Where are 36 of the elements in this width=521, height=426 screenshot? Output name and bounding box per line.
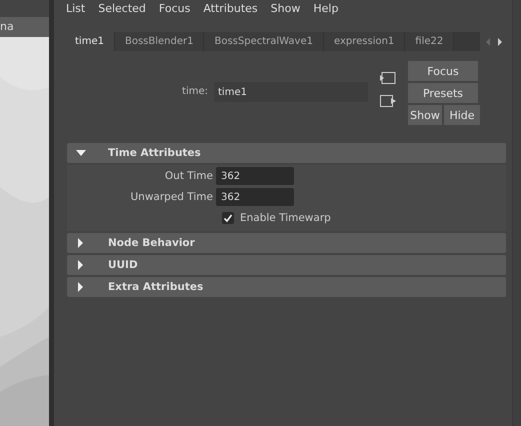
focus-button[interactable]: Focus: [408, 61, 478, 81]
field-label: Unwarped Time: [129, 191, 213, 203]
output-connection-icon[interactable]: [379, 94, 397, 108]
node-name-field[interactable]: time1: [214, 82, 368, 102]
input-field[interactable]: 362: [216, 188, 294, 206]
tab[interactable]: file22: [405, 32, 454, 51]
section-title: Extra Attributes: [108, 281, 204, 293]
hide-button[interactable]: Hide: [444, 105, 480, 125]
presets-button[interactable]: Presets: [408, 83, 478, 103]
menu-item[interactable]: Selected: [98, 2, 146, 14]
menu-item[interactable]: Focus: [158, 2, 190, 14]
show-button[interactable]: Show: [408, 105, 442, 125]
checkbox-label: Enable Timewarp: [240, 212, 331, 224]
input-connection-icon[interactable]: [379, 71, 397, 85]
tab[interactable]: expression1: [324, 32, 406, 51]
field-label: time:: [181, 86, 208, 97]
checkbox[interactable]: [222, 212, 234, 224]
section-header[interactable]: Extra Attributes: [67, 277, 506, 297]
panel-header: na: [0, 17, 49, 37]
section-title: Time Attributes: [108, 147, 201, 159]
section-title: UUID: [108, 259, 138, 271]
tab[interactable]: BossBlender1: [114, 32, 204, 51]
section-header[interactable]: UUID: [67, 255, 506, 275]
menu-item[interactable]: Attributes: [203, 2, 258, 14]
tab[interactable]: time1: [65, 32, 115, 51]
input-field[interactable]: 362: [216, 167, 294, 185]
menu-item[interactable]: List: [66, 2, 86, 14]
field-label: Out Time: [164, 170, 213, 182]
menu-item[interactable]: Help: [313, 2, 338, 14]
expanded-triangle-icon[interactable]: [75, 148, 87, 158]
menu-item[interactable]: Show: [270, 2, 300, 14]
tab-scroll-arrows-icon[interactable]: [484, 36, 504, 46]
section-title: Node Behavior: [108, 237, 195, 249]
section-header[interactable]: Time Attributes: [67, 143, 506, 163]
section-header[interactable]: Node Behavior: [67, 233, 506, 253]
tab[interactable]: BossSpectralWave1: [204, 32, 324, 51]
